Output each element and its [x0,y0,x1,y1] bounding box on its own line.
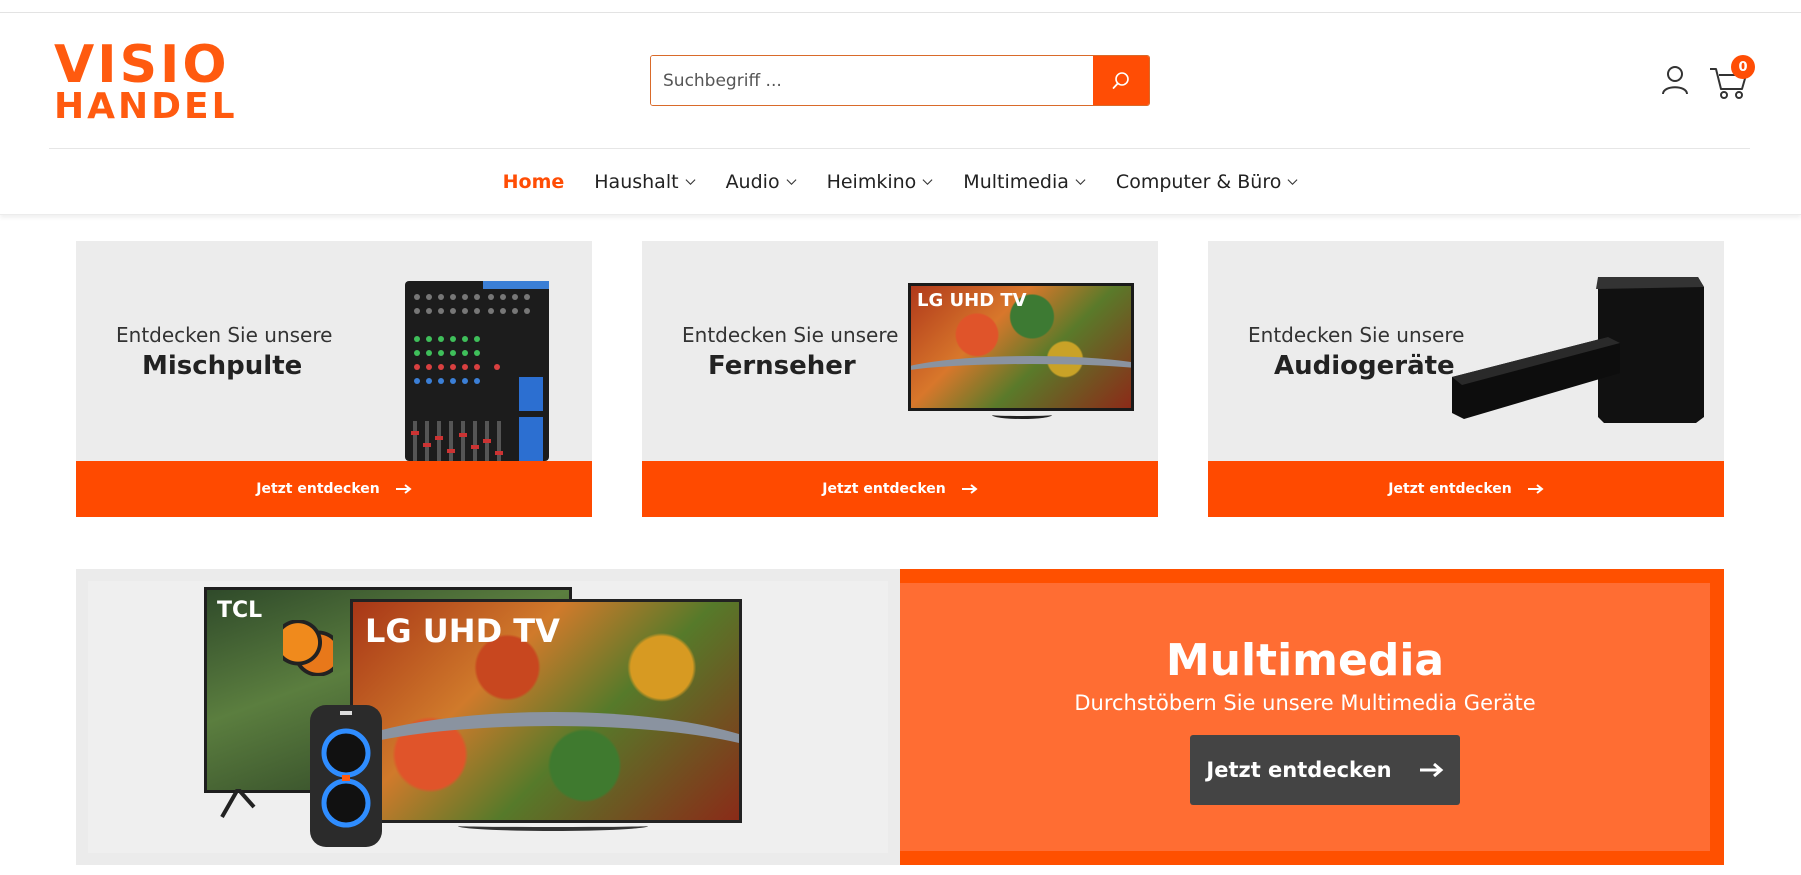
cta-label: Jetzt entdecken [1388,481,1512,497]
banner-image-frame: TCL LG UHD TV [88,581,888,853]
lg-tv-stand [458,821,648,831]
tile-cta-button[interactable]: Jetzt entdecken [1208,461,1724,517]
chevron-down-icon [1075,179,1086,186]
nav-item-label: Computer & Büro [1115,170,1282,193]
cart-count-badge: 0 [1731,55,1755,79]
tile-cta-button[interactable]: Jetzt entdecken [642,461,1158,517]
mixer-image [405,281,549,461]
brand-logo[interactable]: VISIO HANDEL [54,35,238,128]
user-icon[interactable] [1661,65,1689,95]
road-stroke [353,712,739,820]
tcl-brand-text: TCL [217,598,263,623]
tile-mischpulte[interactable]: Entdecken Sie unsere Mischpulte Jetzt en… [76,241,592,517]
arrow-right-icon [1419,763,1443,777]
lg-tv-image: LG UHD TV [350,599,742,823]
chevron-down-icon [685,179,696,186]
tile-title: Mischpulte [142,351,303,381]
search-button[interactable] [1093,56,1149,105]
arrow-right-icon [395,484,412,494]
banner-subtitle: Durchstöbern Sie unsere Multimedia Gerät… [1074,691,1536,715]
nav-item-label: Home [502,170,565,193]
tv-screen: LG UHD TV [911,286,1131,408]
butterfly-shape [283,620,333,676]
nav-item-heimkino[interactable]: Heimkino [827,171,934,193]
banner-content-panel: Multimedia Durchstöbern Sie unsere Multi… [900,583,1710,851]
nav-item-label: Multimedia [963,170,1069,193]
nav-item-label: Heimkino [826,170,917,193]
soundbar-image [1452,277,1704,423]
chevron-down-icon [786,179,797,186]
arrow-right-icon [961,484,978,494]
search-icon [1112,71,1129,89]
cta-label: Jetzt entdecken [822,481,946,497]
tile-cta-button[interactable]: Jetzt entdecken [76,461,592,517]
multimedia-banner: TCL LG UHD TV Multimedia Durchstöbern Si… [76,569,1724,865]
cta-label: Jetzt entdecken [256,481,380,497]
tile-text: Entdecken Sie unsere Fernseher [682,323,898,381]
banner-title: Multimedia [1165,635,1445,686]
tv-stand [992,411,1052,419]
nav-item-audio[interactable]: Audio [726,171,797,193]
tile-audiogeraete[interactable]: Entdecken Sie unsere Audiogeräte Jetzt e… [1208,241,1724,517]
banner-image-area: TCL LG UHD TV [76,569,900,865]
nav-item-computer-buero[interactable]: Computer & Büro [1116,171,1298,193]
arrow-right-icon [1527,484,1544,494]
tile-intro: Entdecken Sie unsere [116,323,333,347]
tile-title: Audiogeräte [1274,351,1455,381]
tile-intro: Entdecken Sie unsere [682,323,899,347]
main-navigation: Home Haushalt Audio Heimkino Multimedia … [0,149,1801,215]
banner-cta-button[interactable]: Jetzt entdecken [1190,735,1460,805]
road-stroke [911,356,1131,396]
banner-cta-label: Jetzt entdecken [1206,758,1392,782]
chevron-down-icon [1287,179,1298,186]
nav-item-haushalt[interactable]: Haushalt [594,170,696,193]
tile-text: Entdecken Sie unsere Audiogeräte [1248,323,1464,381]
nav-item-label: Haushalt [594,170,679,193]
tv-brand-text: LG UHD TV [917,290,1027,311]
search-input[interactable] [651,56,1093,105]
speaker-image [310,705,382,847]
tile-text: Entdecken Sie unsere Mischpulte [116,323,332,381]
search-bar [650,55,1150,106]
lg-brand-text: LG UHD TV [365,612,560,650]
tile-intro: Entdecken Sie unsere [1248,323,1465,347]
banner-content-area: Multimedia Durchstöbern Sie unsere Multi… [900,569,1724,865]
tile-fernseher[interactable]: Entdecken Sie unsere Fernseher LG UHD TV… [642,241,1158,517]
nav-item-label: Audio [725,170,780,193]
chevron-down-icon [922,179,933,186]
nav-item-multimedia[interactable]: Multimedia [963,171,1086,193]
tcl-tv-stand [220,789,256,818]
logo-line-2: HANDEL [54,86,238,128]
tile-title: Fernseher [708,351,856,381]
lg-tv-screen: LG UHD TV [353,602,739,820]
logo-line-1: VISIO [54,35,230,95]
nav-item-home[interactable]: Home [503,171,565,193]
tv-image: LG UHD TV [908,283,1134,411]
site-header: VISIO HANDEL 0 [0,13,1801,149]
